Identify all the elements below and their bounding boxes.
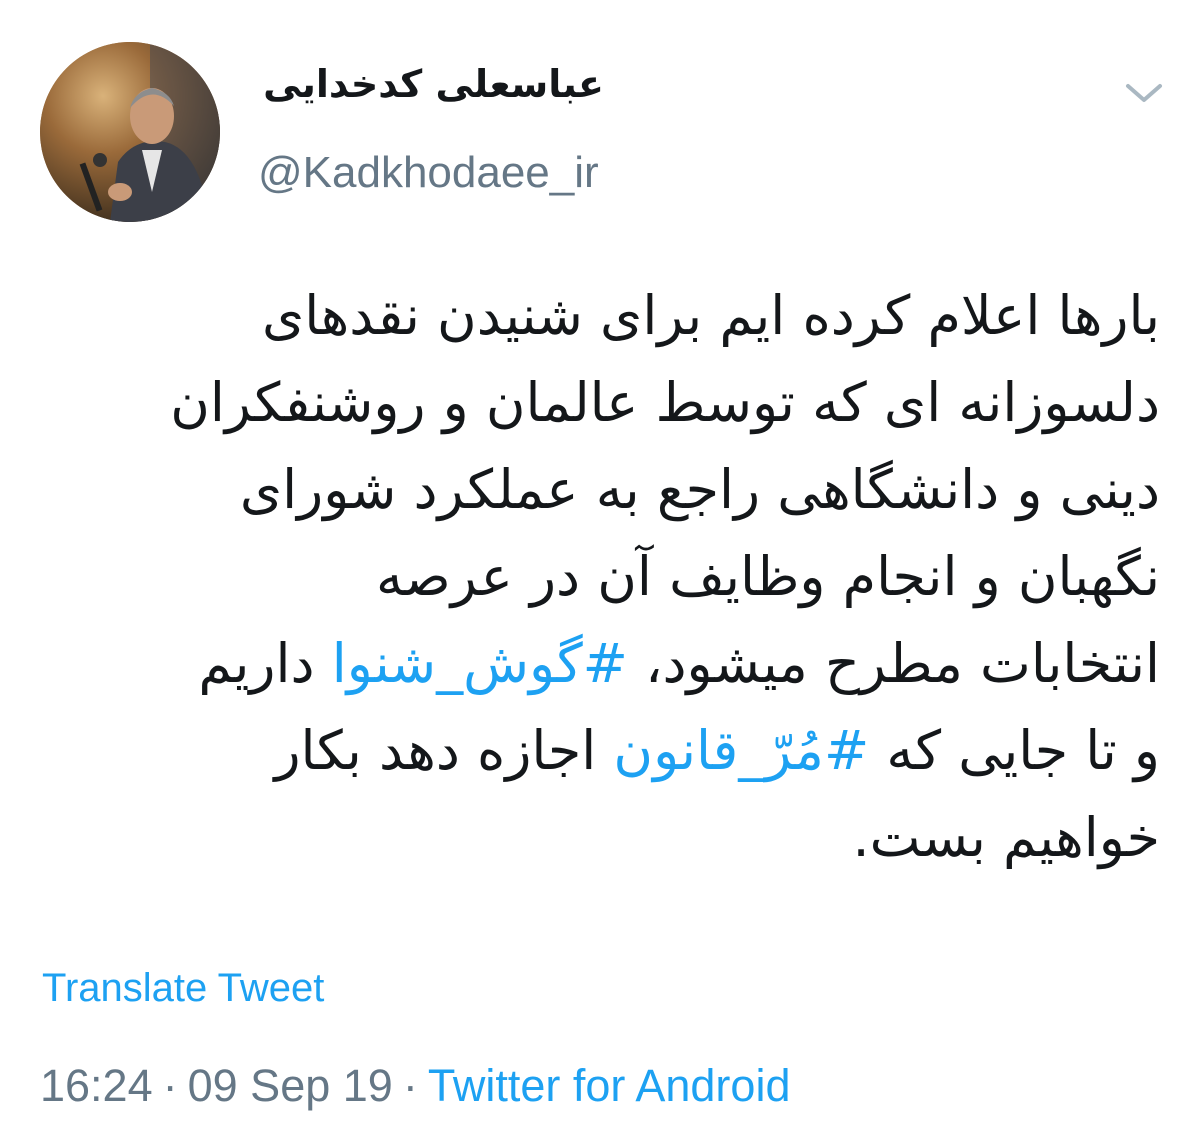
- tweet-metadata: 16:24 · 09 Sep 19 · Twitter for Android: [40, 1060, 790, 1112]
- tweet-body: بارها اعلام کرده ایم برای شنیدن نقدهای دل…: [40, 272, 1160, 881]
- tweet-source-link[interactable]: Twitter for Android: [428, 1060, 791, 1111]
- hashtag-link[interactable]: #گوش_شنوا: [332, 632, 628, 695]
- tweet-text-segment: نگهبان و انجام وظایف آن در عرصه: [375, 545, 1160, 608]
- tweet-text-line: و تا جایی که #مُرّ_قانون اجازه دهد بکار: [40, 707, 1160, 794]
- tweet-text-line: دینی و دانشگاهی راجع به عملکرد شورای: [40, 446, 1160, 533]
- tweet-text-segment: خواهیم بست.: [852, 806, 1160, 869]
- tweet-text-segment: داریم: [198, 632, 332, 695]
- tweet-card: عباسعلی کدخدایی @Kadkhodaee_ir بارها اعل…: [0, 0, 1200, 1141]
- tweet-date: 09 Sep 19: [187, 1060, 393, 1111]
- tweet-text-segment: و تا جایی که: [869, 719, 1160, 782]
- tweet-text-line: انتخابات مطرح میشود، #گوش_شنوا داریم: [40, 620, 1160, 707]
- meta-separator: ·: [162, 1060, 178, 1111]
- tweet-text-line: نگهبان و انجام وظایف آن در عرصه: [40, 533, 1160, 620]
- hashtag-link[interactable]: #مُرّ_قانون: [613, 719, 869, 782]
- display-name[interactable]: عباسعلی کدخدایی: [263, 62, 604, 106]
- tweet-text-segment: بارها اعلام کرده ایم برای شنیدن نقدهای: [262, 284, 1160, 347]
- tweet-text-line: بارها اعلام کرده ایم برای شنیدن نقدهای: [40, 272, 1160, 359]
- user-avatar[interactable]: [40, 42, 220, 222]
- tweet-time: 16:24: [40, 1060, 153, 1111]
- tweet-text-segment: اجازه دهد بکار: [274, 719, 614, 782]
- tweet-text-segment: دلسوزانه ای که توسط عالمان و روشنفکران: [170, 371, 1160, 434]
- translate-tweet-link[interactable]: Translate Tweet: [42, 966, 324, 1011]
- tweet-text-segment: انتخابات مطرح میشود،: [627, 632, 1160, 695]
- tweet-text-line: خواهیم بست.: [40, 794, 1160, 881]
- chevron-down-icon[interactable]: [1122, 74, 1166, 110]
- tweet-text-line: دلسوزانه ای که توسط عالمان و روشنفکران: [40, 359, 1160, 446]
- meta-separator: ·: [402, 1060, 418, 1111]
- tweet-text-segment: دینی و دانشگاهی راجع به عملکرد شورای: [239, 458, 1160, 521]
- user-handle[interactable]: @Kadkhodaee_ir: [258, 148, 599, 198]
- avatar-photo-icon: [40, 42, 220, 222]
